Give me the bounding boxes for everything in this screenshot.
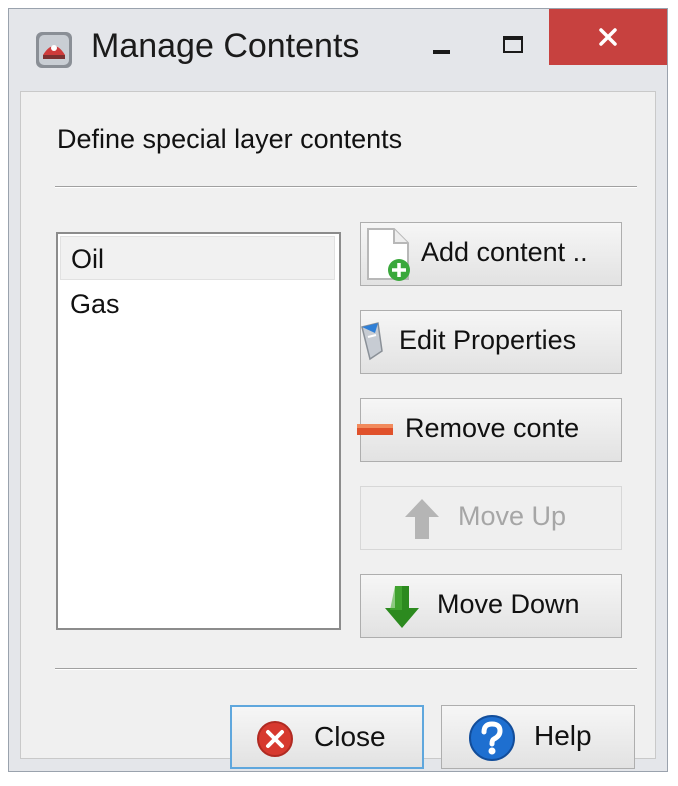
minimize-icon[interactable] <box>421 25 461 65</box>
list-item[interactable]: Oil <box>60 236 335 280</box>
close-button[interactable]: Close <box>230 705 424 769</box>
app-icon <box>36 32 72 68</box>
help-label: Help <box>534 720 592 751</box>
close-icon <box>599 28 617 46</box>
close-label: Close <box>314 721 386 752</box>
maximize-icon[interactable] <box>494 25 534 65</box>
remove-content-label: Remove conte <box>405 413 580 443</box>
separator <box>55 668 637 670</box>
up-arrow-icon <box>405 499 439 539</box>
help-circle-icon <box>469 715 515 761</box>
list-item[interactable]: Gas <box>60 282 335 326</box>
move-down-label: Move Down <box>437 589 580 619</box>
separator <box>55 186 637 188</box>
help-button[interactable]: Help <box>441 705 635 769</box>
move-up-label: Move Up <box>458 501 567 531</box>
window-title: Manage Contents <box>91 27 360 65</box>
move-down-button[interactable]: Move Down <box>360 574 622 638</box>
header-label: Define special layer contents <box>57 124 403 154</box>
remove-content-button[interactable]: Remove conte <box>357 398 622 462</box>
manage-contents-window: Manage Contents Define special layer con… <box>8 8 668 772</box>
window-close-button[interactable] <box>549 9 667 65</box>
add-document-icon <box>367 228 410 281</box>
contents-list[interactable]: Oil Gas <box>56 232 341 630</box>
edit-brush-icon <box>361 322 383 361</box>
add-content-button[interactable]: Add content .. <box>360 222 622 286</box>
edit-properties-label: Edit Properties <box>399 325 577 355</box>
dialog-body: Define special layer contents Oil Gas Ad… <box>20 91 656 769</box>
close-circle-icon <box>257 721 293 757</box>
remove-minus-icon <box>357 424 393 435</box>
move-up-button[interactable]: Move Up <box>360 486 622 550</box>
title-bar[interactable]: Manage Contents <box>9 9 667 89</box>
add-content-label: Add content .. <box>421 237 588 267</box>
down-arrow-icon <box>385 586 419 628</box>
edit-properties-button[interactable]: Edit Properties <box>360 310 622 374</box>
